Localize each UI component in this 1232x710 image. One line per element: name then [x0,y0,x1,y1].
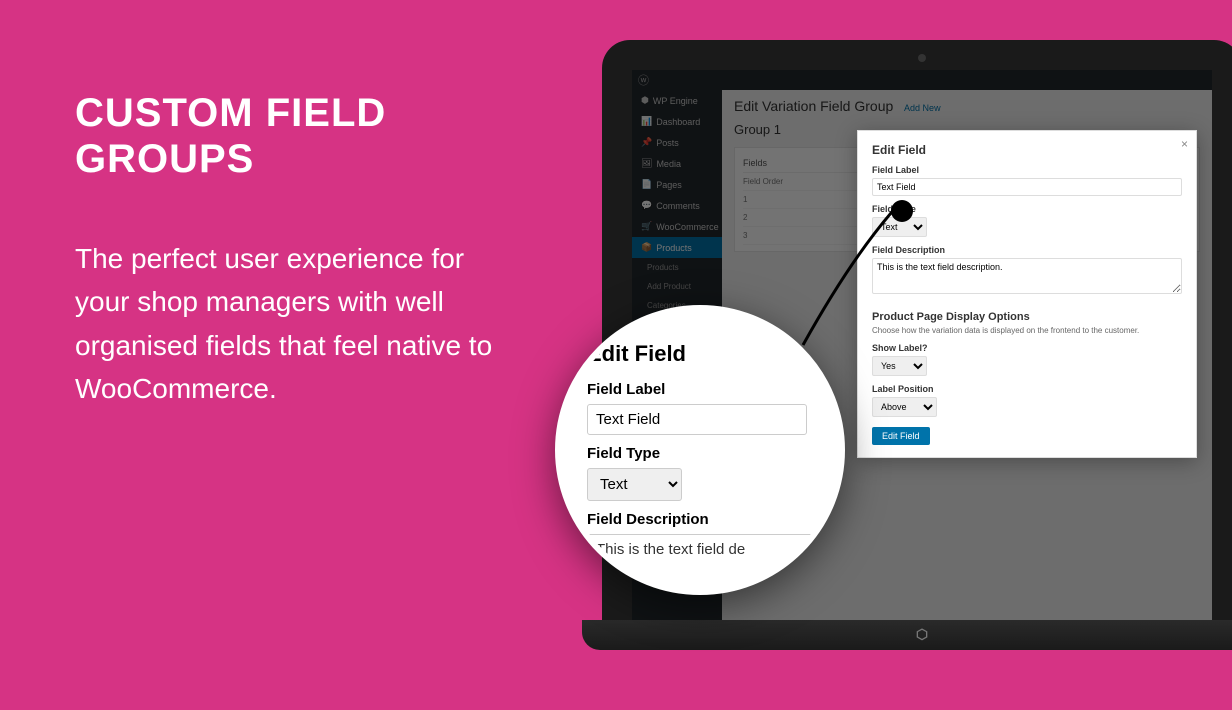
magnifier-anchor-dot [891,200,913,222]
field-type-label: Field Type [872,204,1182,214]
edit-field-button[interactable]: Edit Field [872,427,930,445]
edit-field-modal: × Edit Field Field Label Field Type Text… [857,130,1197,458]
display-options-desc: Choose how the variation data is display… [872,326,1182,335]
mag-field-label-label: Field Label [587,381,813,398]
field-desc-textarea[interactable]: This is the text field description. [872,258,1182,294]
laptop-base [582,620,1232,650]
laptop-camera [918,54,926,62]
mag-field-label-input[interactable] [587,404,807,435]
show-label-select[interactable]: Yes [872,356,927,376]
display-options-heading: Product Page Display Options [872,311,1182,323]
label-position-select[interactable]: Above [872,397,937,417]
close-icon[interactable]: × [1181,137,1188,151]
field-desc-label: Field Description [872,245,1182,255]
field-label-input[interactable] [872,178,1182,196]
marketing-panel: CUSTOM FIELD GROUPS The perfect user exp… [75,90,495,411]
marketing-heading: CUSTOM FIELD GROUPS [75,90,495,182]
show-label-label: Show Label? [872,343,1182,353]
mag-field-desc-label: Field Description [587,511,813,528]
mag-field-type-select[interactable]: Text [587,468,682,501]
modal-title: Edit Field [872,143,1182,157]
mag-field-type-label: Field Type [587,445,813,462]
field-label-label: Field Label [872,165,1182,175]
mag-field-desc-value: This is the text field de [587,534,827,564]
marketing-body: The perfect user experience for your sho… [75,237,495,411]
laptop-logo-icon [914,627,930,643]
label-position-label: Label Position [872,384,1182,394]
magnifier-lens: Edit Field Field Label Field Type Text F… [555,305,845,595]
mag-title: Edit Field [587,341,813,367]
